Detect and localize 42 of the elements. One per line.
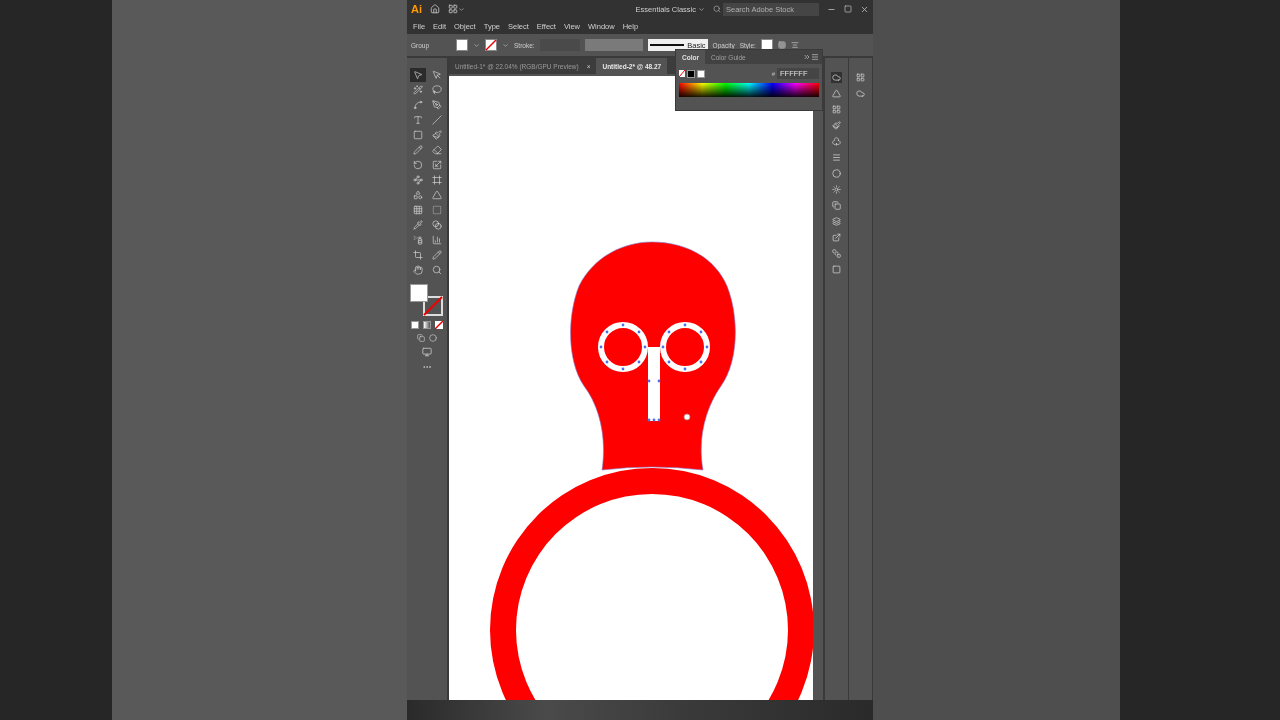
club-icon[interactable]	[831, 136, 842, 147]
draw-mode-icon[interactable]	[417, 334, 425, 342]
gradient-mode-swatch[interactable]	[423, 321, 431, 329]
stroke-color-swatch[interactable]	[423, 296, 443, 316]
search-icon	[713, 5, 721, 13]
caret-icon[interactable]	[473, 41, 480, 49]
sun-icon[interactable]	[831, 184, 842, 195]
circle-icon[interactable]	[831, 168, 842, 179]
color-mode-swatch[interactable]	[411, 321, 419, 329]
artboard[interactable]	[449, 76, 813, 700]
grid-icon[interactable]	[777, 41, 786, 49]
brush-icon[interactable]	[831, 120, 842, 131]
close-icon[interactable]	[860, 4, 869, 14]
fill-swatch[interactable]	[456, 39, 468, 51]
caret-icon	[698, 5, 705, 13]
layers-icon[interactable]	[831, 216, 842, 227]
caret-icon[interactable]	[502, 41, 509, 49]
copy-icon[interactable]	[831, 200, 842, 211]
stroke-swatch[interactable]	[485, 39, 497, 51]
layout-grid-icon[interactable]	[448, 4, 465, 14]
app-logo: Ai	[411, 3, 422, 15]
draw-behind-icon[interactable]	[429, 334, 437, 342]
none-mode-swatch[interactable]	[435, 321, 443, 329]
anchor-point-icon	[683, 413, 691, 421]
default-stroke-swatch[interactable]	[697, 69, 705, 78]
home-icon[interactable]	[430, 4, 440, 14]
default-fill-swatch[interactable]	[687, 69, 695, 78]
color-spectrum[interactable]	[679, 83, 819, 97]
fill-color-swatch[interactable]	[410, 284, 428, 302]
cloud-icon[interactable]	[831, 72, 842, 83]
export-icon[interactable]	[831, 232, 842, 243]
triangle-icon[interactable]	[831, 88, 842, 99]
square-icon[interactable]	[831, 264, 842, 275]
symbol-drawing[interactable]	[598, 322, 710, 422]
variable-width-field[interactable]	[584, 39, 643, 51]
libraries-icon[interactable]	[855, 72, 866, 83]
screen-mode-icon[interactable]	[422, 347, 432, 357]
none-swatch[interactable]	[679, 70, 685, 77]
grid-icon[interactable]	[831, 104, 842, 115]
align-icon[interactable]	[790, 41, 799, 49]
lines-icon[interactable]	[831, 152, 842, 163]
maximize-icon[interactable]	[844, 5, 852, 13]
